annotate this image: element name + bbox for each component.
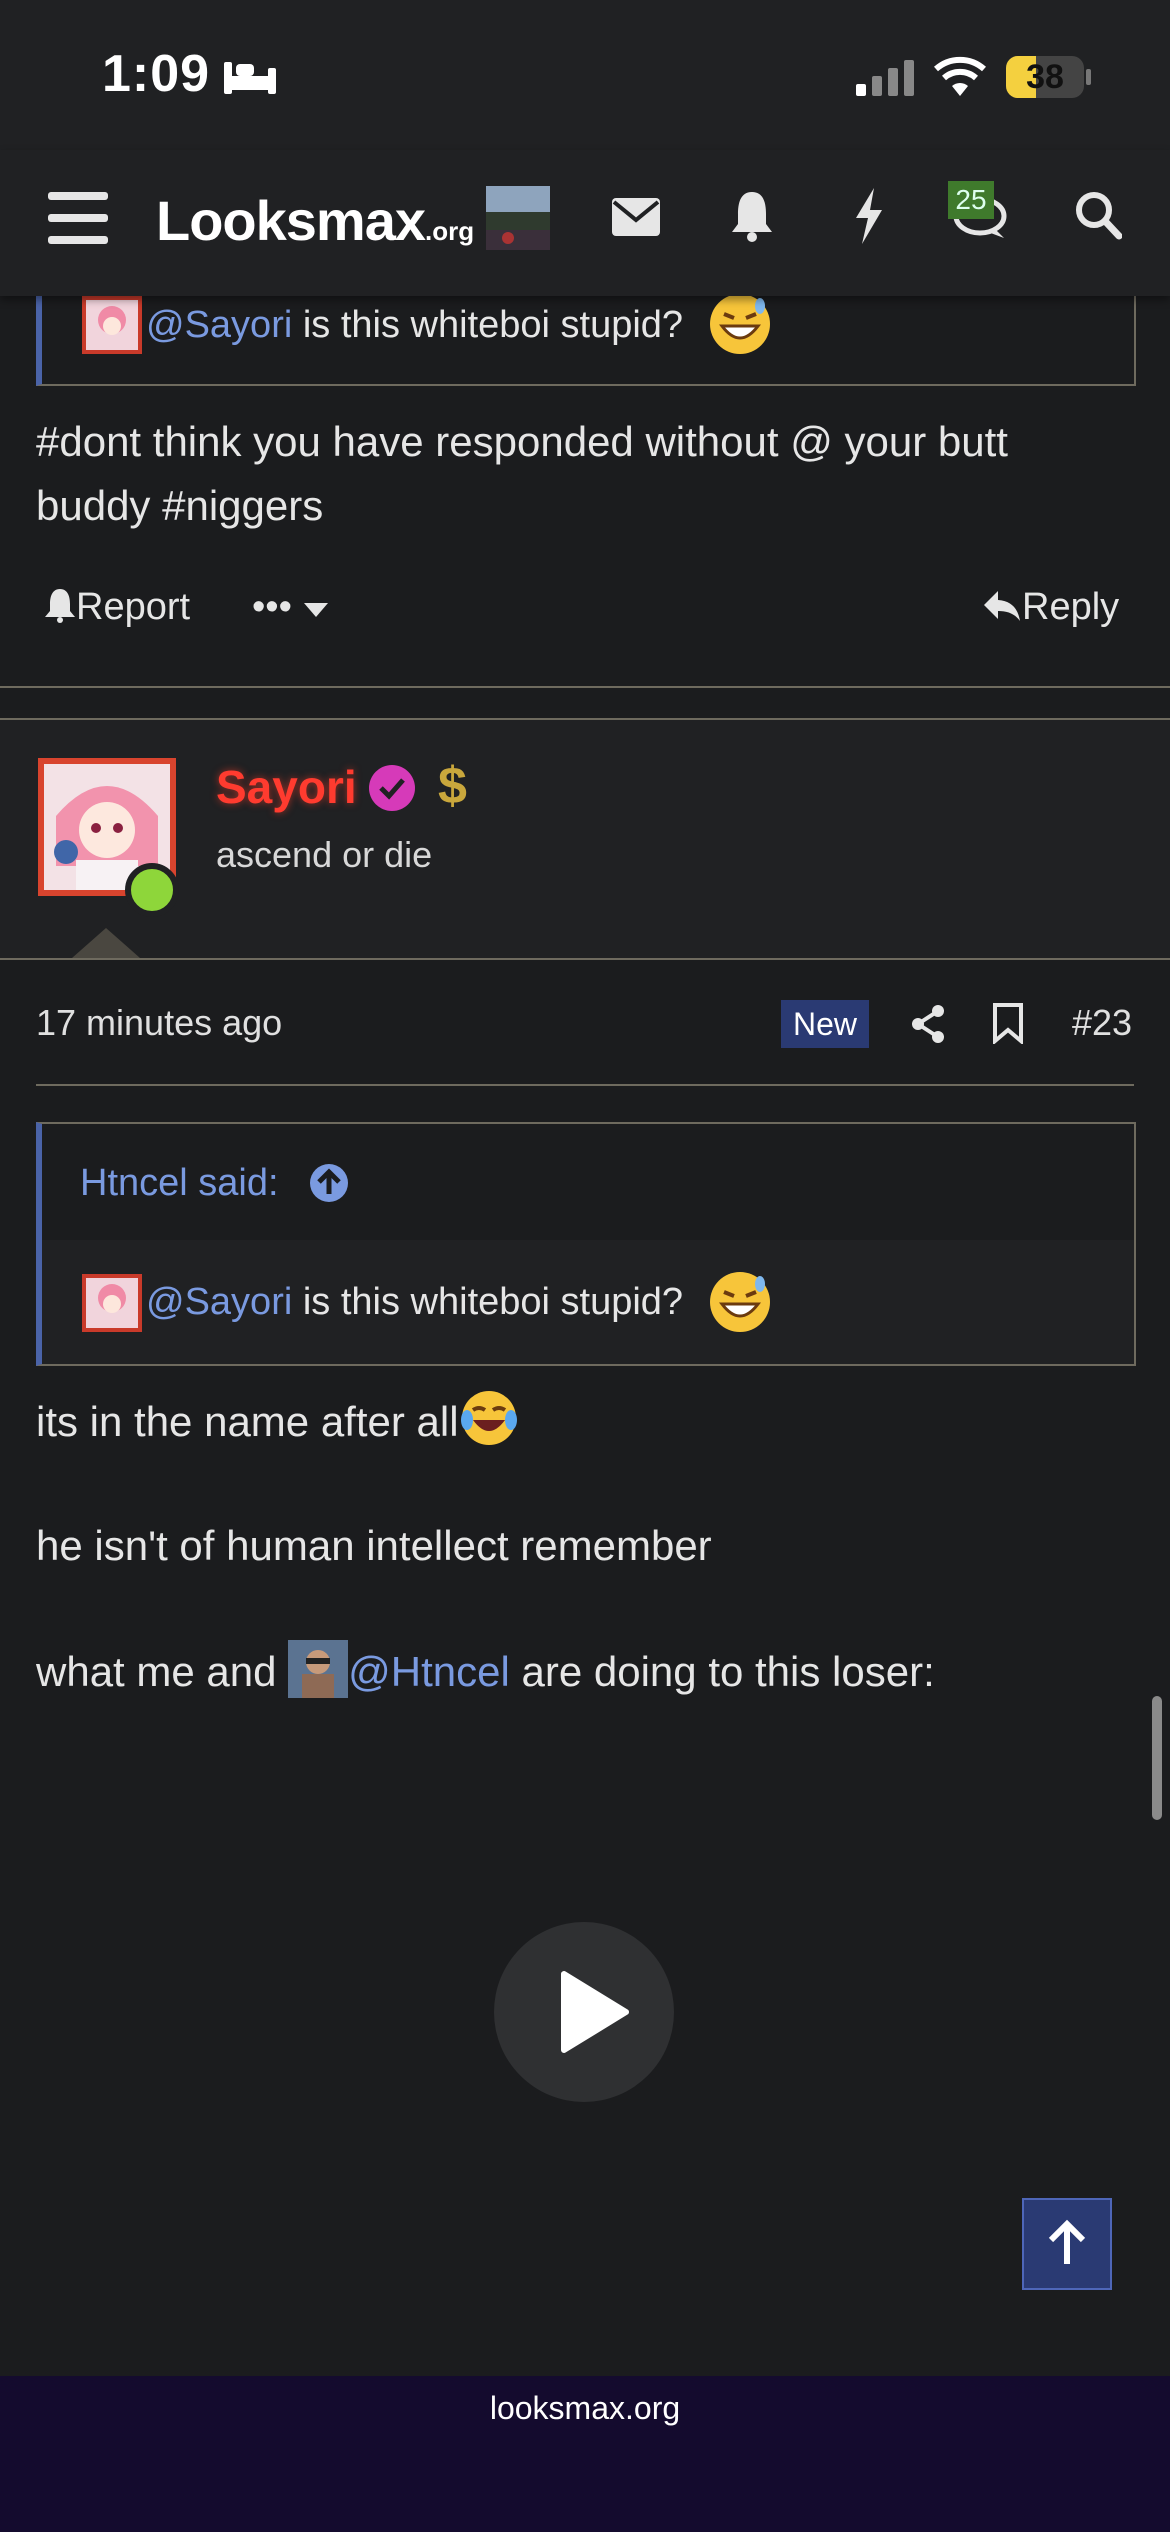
sayori-mini-avatar — [82, 296, 142, 354]
username[interactable]: Sayori — [216, 760, 357, 814]
arrow-up-circle-icon[interactable] — [308, 1162, 350, 1204]
mention-link[interactable]: @Htncel — [348, 1648, 510, 1695]
avatar[interactable] — [486, 186, 550, 250]
sayori-mini-avatar — [82, 1274, 142, 1332]
post-divider — [0, 958, 1170, 960]
dollar-badge-icon: $ — [438, 757, 467, 815]
video-play-button[interactable] — [494, 1922, 674, 2102]
site-logo[interactable]: Looksmax.org — [156, 188, 474, 253]
verified-badge-icon — [369, 765, 415, 811]
prev-post-body: #dont think you have responded without @… — [36, 410, 1008, 538]
quote-line: @Sayori is this whiteboi stupid? — [146, 1272, 683, 1332]
bell-icon[interactable] — [730, 190, 774, 242]
post-divider — [0, 686, 1170, 688]
post-line-3: what me and @Htncel are doing to this lo… — [36, 1640, 935, 1704]
bed-icon — [224, 62, 276, 94]
envelope-icon[interactable] — [612, 198, 660, 236]
bookmark-icon[interactable] — [992, 1002, 1024, 1044]
post-number[interactable]: #23 — [1072, 1002, 1132, 1044]
reply-label: Reply — [1022, 586, 1120, 628]
wifi-icon — [934, 56, 986, 96]
battery-tip — [1086, 69, 1091, 85]
user-avatar[interactable] — [36, 756, 182, 926]
scrollbar-thumb[interactable] — [1152, 1696, 1162, 1820]
grin-sweat-emoji — [710, 1272, 770, 1332]
search-icon[interactable] — [1074, 190, 1122, 240]
footer-url[interactable]: looksmax.org — [0, 2390, 1170, 2427]
quote-text: is this whiteboi stupid? — [292, 304, 684, 346]
bolt-icon[interactable] — [852, 188, 886, 244]
report-label: Report — [76, 586, 191, 628]
logo-suffix: .org — [425, 216, 475, 246]
mention-link[interactable]: @Sayori — [146, 304, 292, 346]
bell-icon — [45, 589, 75, 623]
reply-button[interactable]: Reply — [982, 586, 1119, 629]
prev-quote-line: @Sayori is this whiteboi stupid? — [146, 295, 683, 355]
post-line-2: he isn't of human intellect remember — [36, 1522, 712, 1569]
new-badge: New — [781, 1000, 869, 1048]
line1-text: its in the name after all — [36, 1398, 459, 1445]
meta-divider — [36, 1084, 1134, 1086]
scroll-to-top-button[interactable] — [1022, 2198, 1112, 2290]
mention-link[interactable]: @Sayori — [146, 1281, 292, 1323]
htncel-mini-avatar — [288, 1640, 349, 1698]
user-title: ascend or die — [216, 834, 433, 875]
line3-post: are doing to this loser: — [509, 1648, 935, 1695]
prev-body-line1: #dont think you have responded without @… — [36, 418, 1008, 465]
line3-pre: what me and — [36, 1648, 289, 1695]
report-button[interactable]: Report — [44, 586, 190, 629]
share-icon[interactable] — [910, 1004, 946, 1044]
more-options-button[interactable]: ••• — [252, 586, 330, 629]
battery-indicator: 38 — [1006, 56, 1084, 98]
crying-laughing-emoji — [460, 1391, 517, 1445]
caret-down-icon — [304, 603, 329, 617]
avatar-pointer — [72, 928, 140, 958]
battery-level: 38 — [1026, 58, 1064, 96]
menu-icon[interactable] — [48, 192, 108, 244]
prev-body-line2: buddy #niggers — [36, 482, 324, 529]
grin-sweat-emoji — [710, 294, 770, 354]
quote-text: is this whiteboi stupid? — [292, 1281, 684, 1323]
arrow-up-icon — [1048, 2219, 1086, 2264]
signal-icon — [856, 60, 914, 96]
status-time: 1:09 — [102, 45, 211, 103]
play-icon — [561, 1971, 629, 2053]
quote-author[interactable]: Htncel said: — [80, 1162, 279, 1205]
reply-icon — [984, 591, 1020, 621]
post-line-1: its in the name after all — [36, 1388, 519, 1454]
more-label: ••• — [252, 586, 292, 628]
logo-main: Looksmax — [156, 189, 426, 252]
post-time[interactable]: 17 minutes ago — [36, 1002, 282, 1044]
chat-badge: 25 — [948, 181, 994, 219]
